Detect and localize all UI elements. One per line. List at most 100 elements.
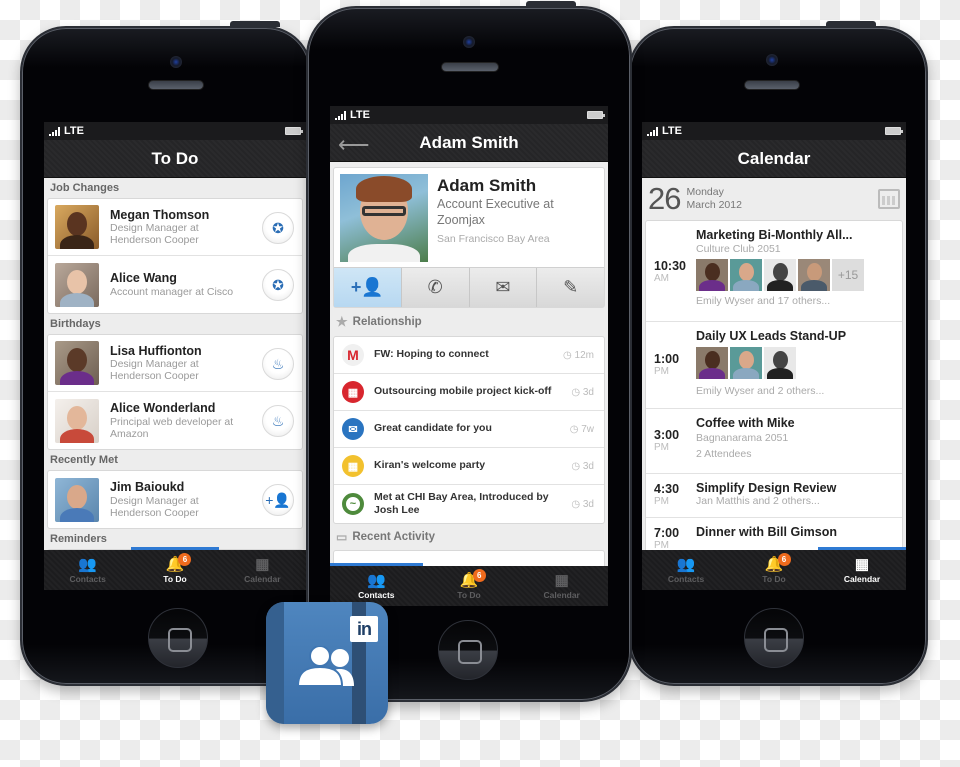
power-button: [526, 1, 576, 7]
event-title: Coffee with Mike: [696, 416, 795, 430]
tab-todo[interactable]: 🔔 6 To Do: [131, 547, 219, 590]
notification-badge: 6: [178, 553, 192, 566]
section-heading: Job Changes: [50, 182, 120, 194]
tab-label: Contacts: [358, 590, 395, 600]
navbar: To Do: [44, 140, 306, 178]
tab-todo[interactable]: 🔔 6 To Do: [730, 550, 818, 590]
contact-subtitle: Design Manager at: [110, 494, 199, 507]
add-contact-icon: +👤: [350, 277, 384, 297]
birthday-cake-icon[interactable]: ♨: [262, 405, 294, 437]
back-arrow-icon[interactable]: ⟵: [338, 132, 370, 158]
list-item[interactable]: ▦ Outsourcing mobile project kick-off ◷ …: [334, 374, 604, 411]
more-attendees[interactable]: +15: [832, 259, 864, 291]
date-weekday: Monday: [686, 186, 724, 199]
list-item[interactable]: Megan Thomson Design Manager at Henderso…: [48, 199, 302, 256]
event-ampm: PM: [654, 496, 669, 507]
calendar-picker-icon[interactable]: [878, 189, 900, 209]
award-ribbon-icon[interactable]: ✪: [262, 269, 294, 301]
comment-icon: ▭: [336, 530, 348, 544]
date-header: 26 Monday March 2012: [642, 178, 906, 220]
call-button[interactable]: ✆: [401, 268, 470, 307]
home-button[interactable]: [438, 620, 498, 680]
attendee-avatar: [798, 259, 830, 291]
tab-calendar[interactable]: ▦ Calendar: [515, 566, 608, 606]
front-camera: [170, 56, 182, 68]
tab-label: To Do: [457, 590, 481, 600]
add-contact-button[interactable]: +👤: [334, 268, 402, 307]
phone-calendar: LTE Calendar 26 Monday March 2012 10:30 A…: [628, 21, 928, 686]
item-text: FW: Hoping to connect: [374, 348, 489, 361]
add-contact-icon[interactable]: +👤: [262, 484, 294, 516]
award-ribbon-icon[interactable]: ✪: [262, 212, 294, 244]
event-ampm: PM: [654, 442, 669, 453]
tab-label: Contacts: [69, 574, 106, 584]
attendee-avatar: [730, 347, 762, 379]
envelope-icon: ✉: [495, 277, 511, 297]
signal-icon: [49, 126, 60, 136]
navbar: ⟵ Adam Smith: [330, 124, 608, 162]
home-button[interactable]: [744, 608, 804, 668]
event-item[interactable]: 4:30 PM Simplify Design Review Jan Matthi…: [646, 474, 902, 518]
screen-title: To Do: [151, 148, 199, 168]
notification-badge: 6: [472, 569, 486, 582]
contact-subtitle: Amazon: [110, 427, 149, 440]
front-camera: [463, 36, 475, 48]
item-time: ◷ 3d: [571, 386, 594, 398]
item-text: Outsourcing mobile project kick-off: [374, 385, 552, 398]
home-button[interactable]: [148, 608, 208, 668]
tab-label: Calendar: [543, 590, 580, 600]
event-item[interactable]: 10:30 AM Marketing Bi-Monthly All... Cult…: [646, 221, 902, 322]
avatar: [55, 262, 99, 307]
avatar: [55, 341, 99, 385]
action-bar: +👤 ✆ ✉ ✎: [334, 267, 604, 307]
event-item[interactable]: 1:00 PM Daily UX Leads Stand-UP Emily Wys…: [646, 322, 902, 409]
list-item[interactable]: Lisa Huffionton Design Manager at Hender…: [48, 335, 302, 392]
list-item[interactable]: ▦ Kiran's welcome party ◷ 3d: [334, 448, 604, 485]
battery-icon: [885, 127, 903, 135]
contact-name: Megan Thomson: [110, 207, 210, 222]
event-attendees: Jan Matthis and 2 others...: [696, 495, 820, 507]
gmail-icon: M: [342, 344, 364, 366]
tab-calendar[interactable]: ▦ Calendar: [818, 547, 906, 590]
contact-subtitle: Design Manager at: [110, 222, 199, 235]
tab-todo[interactable]: 🔔 6 To Do: [423, 566, 516, 606]
network-label: LTE: [350, 109, 370, 121]
todo-screen: LTE To Do Job Changes Megan Thomson Desi…: [44, 122, 306, 590]
item-text: Great candidate for you: [374, 422, 492, 435]
avatar: [55, 398, 99, 443]
profile-company: Zoomjax: [437, 213, 485, 228]
power-button: [826, 21, 876, 27]
event-time: 3:00: [654, 428, 680, 442]
list-item[interactable]: Jim Baioukd Design Manager at Henderson …: [48, 471, 302, 528]
status-bar: LTE: [330, 106, 608, 124]
calendar-yellow-icon: ▦: [342, 455, 364, 477]
list-item[interactable]: ✉ Great candidate for you ◷ 7w: [334, 411, 604, 448]
avatar: [55, 205, 99, 249]
birthday-cake-icon[interactable]: ♨: [262, 348, 294, 380]
linkedin-contacts-app-icon[interactable]: in: [266, 602, 388, 724]
list-item[interactable]: ~ Met at CHI Bay Area, Introduced by Jos…: [334, 485, 604, 523]
contact-name: Lisa Huffionton: [110, 343, 202, 358]
profile-card: Adam Smith Account Executive at Zoomjax …: [333, 167, 605, 308]
calendar-screen: LTE Calendar 26 Monday March 2012 10:30 A…: [642, 122, 906, 590]
tab-calendar[interactable]: ▦ Calendar: [219, 550, 306, 590]
tab-label: Calendar: [244, 574, 281, 584]
event-location: Bagnanarama 2051: [696, 432, 789, 444]
list-item[interactable]: Alice Wang Account manager at Cisco ✪: [48, 256, 302, 313]
email-button[interactable]: ✉: [469, 268, 538, 307]
list-item[interactable]: Alice Wonderland Principal web developer…: [48, 392, 302, 449]
note-button[interactable]: ✎: [537, 268, 604, 307]
tab-contacts[interactable]: 👥 Contacts: [330, 563, 423, 606]
event-title: Daily UX Leads Stand-UP: [696, 329, 847, 343]
event-item[interactable]: 3:00 PM Coffee with Mike Bagnanarama 2051…: [646, 409, 902, 474]
tab-contacts[interactable]: 👥 Contacts: [44, 550, 131, 590]
calendar-icon: ▦: [255, 556, 270, 573]
phone-todo: LTE To Do Job Changes Megan Thomson Desi…: [20, 21, 312, 686]
list-item[interactable]: M FW: Hoping to connect ◷ 12m: [334, 337, 604, 374]
notification-badge: 6: [777, 553, 791, 566]
tab-contacts[interactable]: 👥 Contacts: [642, 550, 730, 590]
tab-label: Calendar: [843, 574, 881, 584]
attendee-photos: [696, 347, 846, 379]
network-label: LTE: [662, 125, 682, 137]
phone-icon: ✆: [427, 277, 443, 297]
